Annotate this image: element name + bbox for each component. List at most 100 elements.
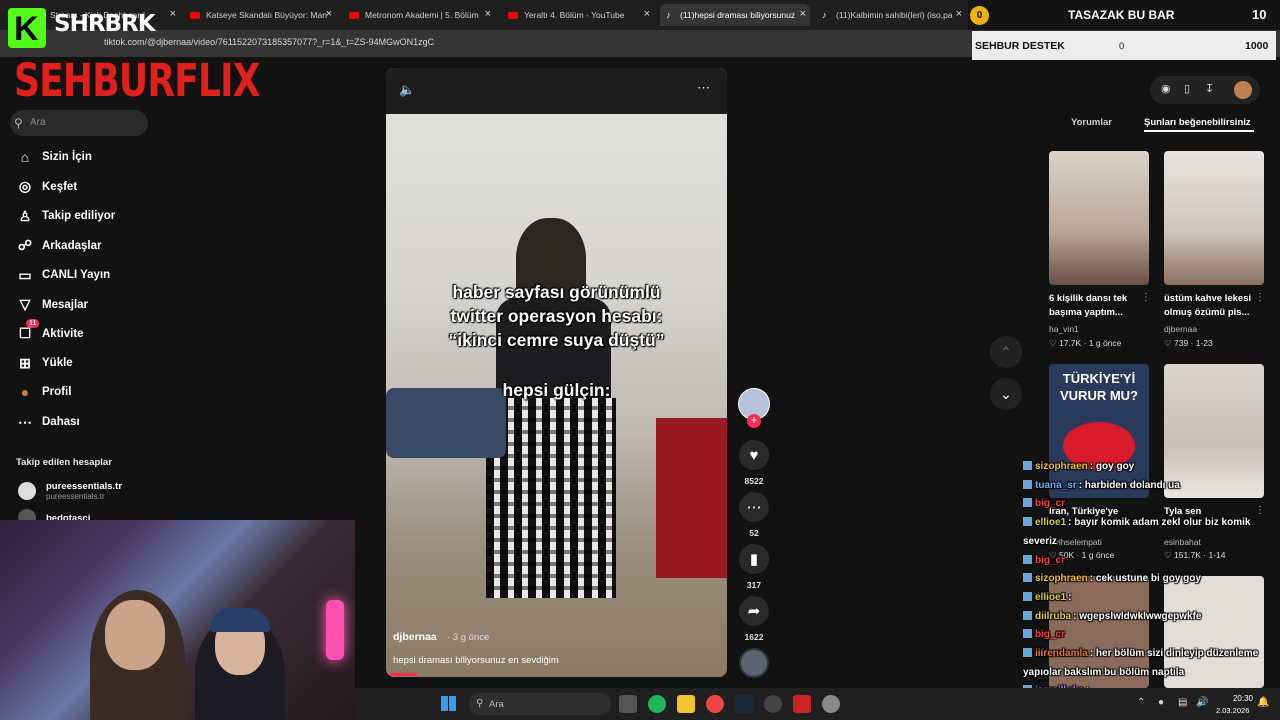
chat-badge-icon <box>1023 648 1032 657</box>
previous-video-button[interactable]: ⌃ <box>990 336 1022 368</box>
chat-username: big_cr <box>1035 629 1066 641</box>
sidebar-item-sizin-i-in[interactable]: ⌂ Sizin İçin <box>14 149 92 165</box>
tray-chevron-icon[interactable]: ⌃ <box>1137 697 1145 708</box>
close-tab-icon[interactable]: × <box>326 8 332 20</box>
sidebar-item-aktivite[interactable]: ☐ Aktivite 11 <box>14 319 84 342</box>
sidebar-item-dahas-[interactable]: ⋯ Dahası <box>14 414 80 431</box>
compass-icon[interactable]: ◉ <box>1161 82 1171 95</box>
video-card-user[interactable]: djbernaa <box>1164 324 1197 334</box>
close-tab-icon[interactable]: × <box>956 8 962 20</box>
file-explorer-icon[interactable] <box>677 695 695 713</box>
video-card-title[interactable]: 6 kişilik dansı tek başıma yaptım... <box>1049 292 1144 320</box>
next-video-button[interactable]: ⌄ <box>990 378 1022 410</box>
following-icon: ♙ <box>18 207 32 224</box>
close-tab-icon[interactable]: × <box>485 8 491 20</box>
save-button[interactable]: ▮ <box>739 544 769 574</box>
share-button[interactable]: ➦ <box>739 596 769 626</box>
download-icon[interactable]: ↧ <box>1205 82 1214 95</box>
browser-tab-label: Katseye Skandalı Büyüyor: Man <box>206 10 327 20</box>
chat-badge-icon <box>1023 461 1032 470</box>
notification-icon[interactable]: 🔔 <box>1257 697 1269 708</box>
video-progress-bar[interactable] <box>390 673 418 676</box>
sidebar-item-profil[interactable]: ● Profil <box>14 384 72 400</box>
more-icon[interactable]: ⋮ <box>1141 292 1151 303</box>
video-thumbnail[interactable] <box>1049 151 1149 285</box>
app-icon[interactable] <box>793 695 811 713</box>
browser-tab[interactable]: Metronom Akademi | 5. Bölüm × <box>343 4 495 26</box>
volume-icon[interactable]: 🔊 <box>1196 697 1208 708</box>
chat-username: diilruba <box>1035 610 1072 622</box>
sidebar-item-label: Yükle <box>42 357 73 370</box>
tab-recommended[interactable]: Şunları beğenebilirsiniz <box>1144 117 1251 128</box>
close-tab-icon[interactable]: × <box>644 8 650 20</box>
video-player[interactable] <box>386 68 727 677</box>
browser-tab-label: (11)Kalbimin sahibi(leri) (iso,pa <box>836 10 953 20</box>
app-icon[interactable] <box>764 695 782 713</box>
chat-message: big_cr <box>1023 554 1067 566</box>
chat-username: big_cr <box>1035 554 1066 566</box>
browser-tab[interactable]: Katseye Skandalı Büyüyor: Man × <box>184 4 336 26</box>
browser-tab[interactable]: ♪ (11)Kalbimin sahibi(leri) (iso,pa × <box>816 4 966 26</box>
chat-username: ellioe1 <box>1035 591 1067 603</box>
microphone-icon[interactable]: ● <box>1158 697 1164 708</box>
chat-badge-icon <box>1023 573 1032 583</box>
sidebar-item-y-kle[interactable]: ⊞ Yükle <box>14 355 73 372</box>
goal-bar-title: TASAZAK BU BAR <box>1068 8 1175 22</box>
more-icon[interactable]: ⋮ <box>1255 505 1265 516</box>
sidebar-item-ke-fet[interactable]: ◎ Keşfet <box>14 178 77 195</box>
volume-icon[interactable]: 🔈 <box>399 82 415 98</box>
heart-icon: ♥ <box>749 446 759 464</box>
chat-text: : cek ustune bi goy goy <box>1089 573 1201 585</box>
account-name: pureessentials.tr <box>46 481 123 492</box>
search-placeholder: Ara <box>30 117 46 128</box>
video-card-user[interactable]: ha_vin1 <box>1049 324 1079 334</box>
spotify-icon[interactable] <box>648 695 666 713</box>
close-tab-icon[interactable]: × <box>800 8 806 20</box>
browser-tab[interactable]: ♪ (11)hepsi draması biliyorsunuz × <box>660 4 810 26</box>
headphones <box>210 608 270 632</box>
phone-icon[interactable]: ▯ <box>1184 82 1190 95</box>
messages-icon: ▽ <box>19 296 31 312</box>
video-thumbnail[interactable] <box>1164 364 1264 498</box>
steam-icon[interactable] <box>735 695 753 713</box>
url-text[interactable]: tiktok.com/@djbernaa/video/7611522073185… <box>104 37 434 47</box>
chat-message: tuana_sr: harbiden dolandı ua <box>1023 479 1180 491</box>
network-icon[interactable]: ▤ <box>1178 697 1187 708</box>
browser-icon[interactable] <box>706 695 724 713</box>
caption-line-2: twitter operasyon hesabı: <box>450 306 663 326</box>
like-button[interactable]: ♥ <box>739 440 769 470</box>
video-author[interactable]: djbernaa <box>393 631 437 643</box>
clock-date[interactable]: 2.03.2026 <box>1216 706 1249 715</box>
close-tab-icon[interactable]: × <box>170 8 176 20</box>
sidebar-item-label: Arkadaşlar <box>42 239 102 252</box>
windows-start-icon[interactable] <box>441 696 456 711</box>
sidebar-item-arkada-lar[interactable]: ☍ Arkadaşlar <box>14 237 102 254</box>
tab-comments[interactable]: Yorumlar <box>1071 117 1112 128</box>
sidebar-item-label: Profil <box>42 386 72 399</box>
music-disc[interactable] <box>739 648 769 678</box>
video-card-title[interactable]: üstüm kahve lekesi olmuş özümü pis... <box>1164 292 1259 320</box>
user-avatar[interactable] <box>1234 81 1252 99</box>
account-item-pureessentials[interactable]: pureessentials.tr pureessentials.tr <box>18 481 122 501</box>
video-thumbnail[interactable]: TÜRKİYE'Yİ VURUR MU? <box>1049 364 1149 498</box>
chat-message: severiz <box>1023 536 1057 547</box>
sehburflix-logo: SEHBURFLIX <box>14 54 261 107</box>
sidebar-item-canli-yay-n[interactable]: ▭ CANLI Yayın <box>14 267 110 284</box>
settings-icon[interactable] <box>822 695 840 713</box>
sidebar-item-takip-ediliyor[interactable]: ♙ Takip ediliyor <box>14 207 116 225</box>
video-thumbnail[interactable] <box>1164 151 1264 285</box>
sidebar-item-label: Takip ediliyor <box>42 210 116 223</box>
sidebar-item-label: CANLI Yayın <box>42 269 111 282</box>
follow-plus-icon[interactable]: + <box>747 414 761 428</box>
clock-time[interactable]: 20:30 <box>1229 694 1253 703</box>
like-count: 8522 <box>744 476 764 486</box>
browser-tab[interactable]: Yeraltı 4. Bölüm - YouTube × <box>502 4 654 26</box>
more-icon[interactable]: ⋮ <box>1255 292 1265 303</box>
sidebar-item-mesajlar[interactable]: ▽ Mesajlar <box>14 296 88 313</box>
more-options-icon[interactable]: ⋯ <box>697 80 710 96</box>
sidebar-item-label: Dahası <box>42 416 80 429</box>
task-view-icon[interactable] <box>619 695 637 713</box>
comment-button[interactable]: ⋯ <box>739 492 769 522</box>
channel-name: SHRBRK <box>54 11 156 37</box>
video-card-user[interactable]: esinbahat <box>1164 537 1201 547</box>
